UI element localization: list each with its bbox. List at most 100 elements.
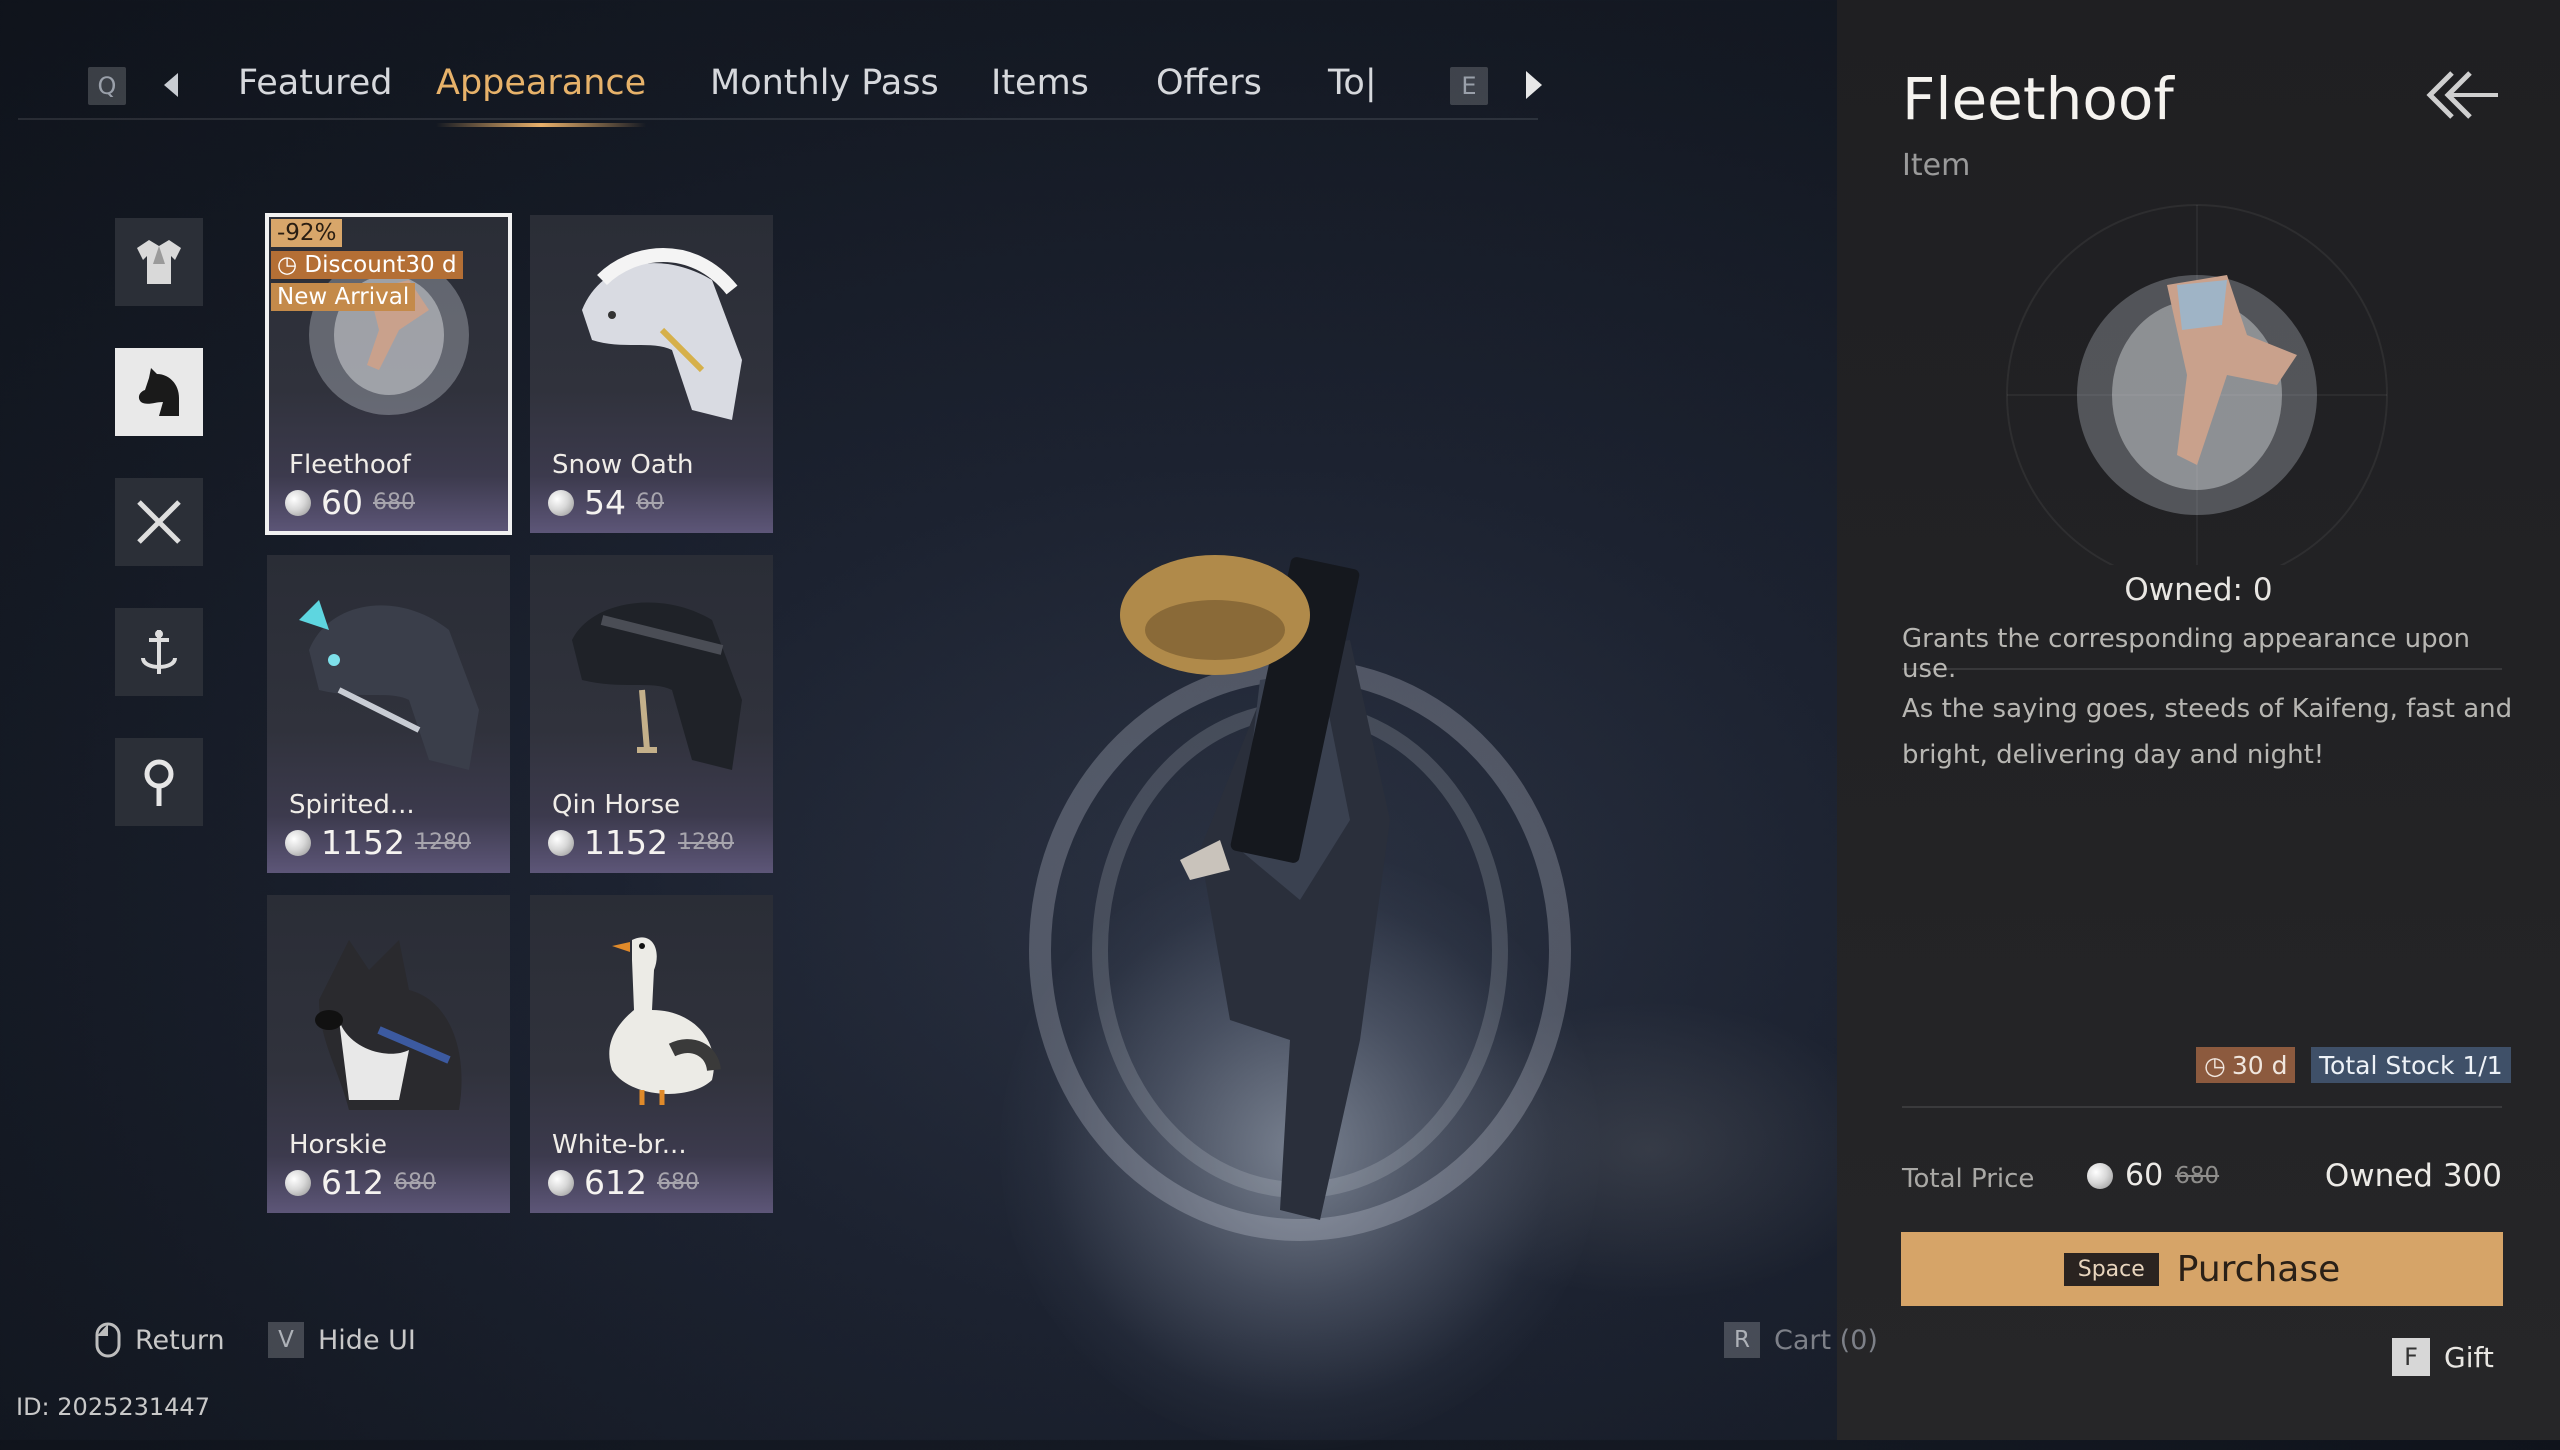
cart-label: Cart (0) — [1774, 1324, 1878, 1356]
purchase-button[interactable]: Space Purchase — [1901, 1232, 2503, 1306]
duration-badge: ◷ 30 d — [2196, 1047, 2296, 1083]
item-price-original: 680 — [373, 490, 415, 515]
tab-featured[interactable]: Featured — [238, 63, 392, 103]
category-markers[interactable] — [115, 738, 203, 826]
duration-text: 30 d — [2231, 1050, 2288, 1080]
silver-coin-icon — [2087, 1162, 2113, 1189]
item-art-fleethoof — [267, 215, 510, 445]
silver-coin-icon — [548, 1169, 574, 1196]
total-price-original: 680 — [2175, 1162, 2220, 1189]
cart-hint[interactable]: R Cart (0) — [1724, 1322, 1878, 1358]
stock-badge: Total Stock 1/1 — [2311, 1047, 2511, 1083]
item-price: 612 680 — [285, 1163, 436, 1202]
item-price-original: 680 — [657, 1170, 699, 1195]
hide-ui-label: Hide UI — [318, 1324, 416, 1356]
item-price-original: 1280 — [677, 830, 734, 855]
item-name: Qin Horse — [552, 790, 681, 820]
item-card-spirited[interactable]: Spirited... 1152 1280 — [267, 555, 510, 873]
item-description: Grants the corresponding appearance upon… — [1902, 624, 2471, 684]
silver-coin-icon — [285, 1169, 311, 1196]
return-label: Return — [135, 1324, 225, 1356]
category-weapons[interactable] — [115, 478, 203, 566]
category-outfit[interactable] — [115, 218, 203, 306]
item-art-white-br — [530, 895, 773, 1125]
cart-key: R — [1724, 1322, 1760, 1358]
horse-head-icon — [138, 368, 179, 416]
prev-tab-arrow-icon[interactable] — [164, 73, 178, 97]
silver-coin-icon — [285, 489, 311, 516]
nav-divider — [18, 118, 1538, 120]
crossed-swords-icon — [137, 500, 181, 544]
purchase-label: Purchase — [2176, 1248, 2341, 1290]
mouse-icon — [95, 1322, 121, 1358]
item-flavor-text: As the saying goes, steeds of Kaifeng, f… — [1902, 694, 2513, 770]
item-card-horskie[interactable]: Horskie 612 680 — [267, 895, 510, 1213]
item-price-original: 60 — [636, 490, 664, 515]
item-price-current: 612 — [321, 1163, 384, 1202]
category-gear[interactable] — [115, 608, 203, 696]
detail-type: Item — [1902, 148, 1971, 183]
item-art-horskie — [267, 895, 510, 1125]
item-price-current: 612 — [584, 1163, 647, 1202]
owned-count: Owned: 0 — [2124, 572, 2273, 608]
total-price-current: 60 — [2125, 1158, 2164, 1193]
category-mounts[interactable] — [115, 348, 203, 436]
location-pin-icon — [144, 759, 174, 806]
tab-monthly-pass[interactable]: Monthly Pass — [710, 63, 939, 103]
gift-key: F — [2392, 1338, 2430, 1376]
item-card-snow-oath[interactable]: Snow Oath 54 60 — [530, 215, 773, 533]
owned-currency: Owned 300 — [2324, 1158, 2502, 1194]
item-price: 612 680 — [548, 1163, 699, 1202]
item-art-qin-horse — [530, 555, 773, 785]
next-tab-arrow-icon[interactable] — [1526, 71, 1542, 99]
hide-ui-key: V — [268, 1322, 304, 1358]
item-name: White-br... — [552, 1130, 687, 1160]
item-name: Horskie — [289, 1130, 387, 1160]
gift-button[interactable]: F Gift — [2392, 1338, 2494, 1376]
outfit-icon — [137, 240, 181, 284]
item-name: Fleethoof — [289, 450, 411, 480]
silver-coin-icon — [548, 489, 574, 516]
item-price-current: 60 — [321, 483, 363, 522]
detail-preview-image — [2006, 204, 2388, 565]
item-price-original: 680 — [394, 1170, 436, 1195]
item-price-original: 1280 — [414, 830, 471, 855]
tab-offers[interactable]: Offers — [1156, 63, 1262, 103]
clock-icon: ◷ — [277, 252, 298, 278]
anchor-trident-icon — [141, 630, 177, 674]
item-art-snow-oath — [530, 215, 773, 445]
item-detail-panel: Fleethoof Item Owned: 0 Grants the corre… — [1837, 0, 2560, 1440]
collapse-arrow-icon[interactable] — [2422, 65, 2502, 125]
total-price: 60 680 — [2087, 1158, 2219, 1193]
discount-timer-tag: ◷ Discount30 d — [271, 251, 463, 279]
silver-coin-icon — [285, 829, 311, 856]
player-id: ID: 2025231447 — [16, 1393, 210, 1421]
item-price: 54 60 — [548, 483, 664, 522]
item-price-current: 1152 — [584, 823, 668, 862]
next-tab-key[interactable]: E — [1450, 67, 1488, 105]
item-price-current: 1152 — [321, 823, 405, 862]
divider — [1902, 1106, 2502, 1108]
return-hint[interactable]: Return — [95, 1322, 225, 1358]
clock-icon: ◷ — [2204, 1050, 2226, 1080]
hide-ui-hint[interactable]: V Hide UI — [268, 1322, 416, 1358]
item-card-fleethoof[interactable]: -92% ◷ Discount30 d New Arrival Fleethoo… — [265, 213, 512, 535]
divider — [1902, 668, 2502, 670]
item-card-white-br[interactable]: White-br... 612 680 — [530, 895, 773, 1213]
tab-items[interactable]: Items — [991, 63, 1089, 103]
tab-top[interactable]: To| — [1328, 63, 1377, 103]
total-price-label: Total Price — [1902, 1164, 2035, 1194]
detail-title: Fleethoof — [1902, 65, 2174, 133]
prev-tab-key[interactable]: Q — [88, 67, 126, 105]
item-name: Spirited... — [289, 790, 415, 820]
character-preview[interactable] — [1020, 520, 1580, 1280]
item-card-qin-horse[interactable]: Qin Horse 1152 1280 — [530, 555, 773, 873]
silver-coin-icon — [548, 829, 574, 856]
item-price: 1152 1280 — [285, 823, 471, 862]
item-name: Snow Oath — [552, 450, 694, 480]
tab-appearance[interactable]: Appearance — [436, 63, 647, 127]
item-art-spirited — [267, 555, 510, 785]
item-price-current: 54 — [584, 483, 626, 522]
item-price: 60 680 — [285, 483, 415, 522]
item-price: 1152 1280 — [548, 823, 734, 862]
